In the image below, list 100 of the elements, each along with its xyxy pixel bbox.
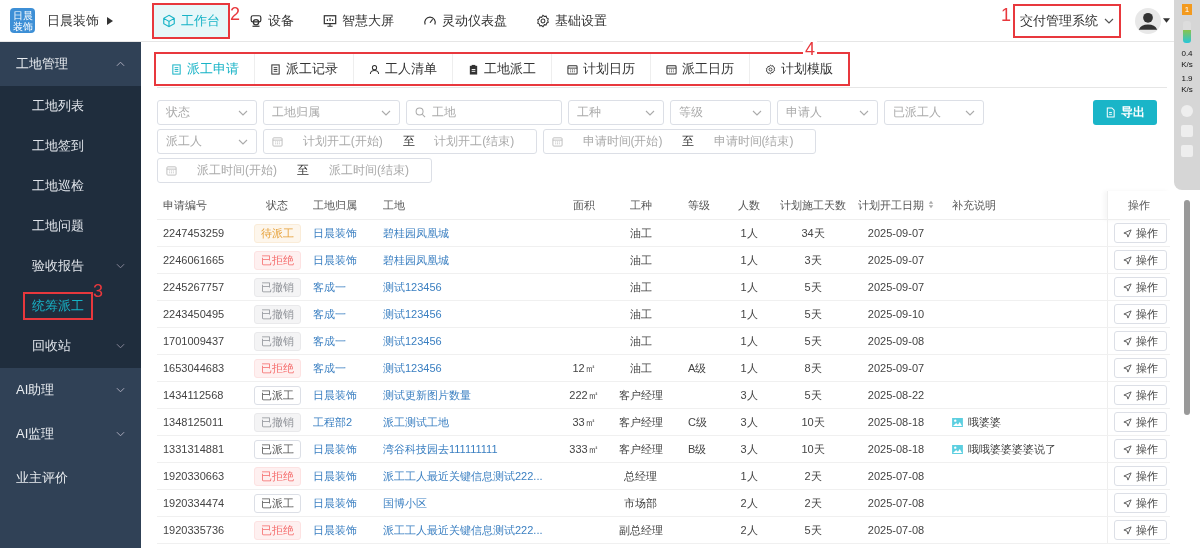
scrollbar-thumb[interactable] bbox=[1184, 200, 1190, 415]
action-button[interactable]: 操作 bbox=[1113, 250, 1167, 270]
table-link[interactable]: 日晨装饰 bbox=[313, 388, 357, 401]
table-link[interactable]: 日晨装饰 bbox=[313, 442, 357, 455]
date-range-field[interactable]: 申请时间(开始) 至 申请时间(结束) bbox=[543, 129, 816, 154]
table-cell: 2243450495 bbox=[163, 308, 225, 320]
column-header: 工地归属 bbox=[313, 198, 357, 211]
menu-item[interactable]: 工地巡检 bbox=[25, 174, 91, 198]
tab[interactable]: 计划日历 bbox=[552, 54, 651, 84]
system-dropdown[interactable]: 交付管理系统 bbox=[1015, 5, 1119, 36]
menu-item[interactable]: 回收站 bbox=[25, 334, 78, 358]
table-cell: 2025-09-07 bbox=[867, 281, 925, 293]
status-tag: 已派工 bbox=[253, 439, 301, 459]
nav-tab[interactable]: 基础设置 bbox=[528, 4, 615, 37]
nav-tab[interactable]: 设备 bbox=[241, 4, 302, 37]
table-cell: 2247453259 bbox=[163, 227, 225, 239]
camera-icon bbox=[249, 13, 263, 28]
tab[interactable]: 工地派工 bbox=[453, 54, 552, 84]
table-cell: 2025-09-07 bbox=[867, 227, 925, 239]
table-link[interactable]: 日晨装饰 bbox=[313, 496, 357, 509]
menu-group-label: 工地管理 bbox=[16, 55, 68, 73]
table-cell: 1人 bbox=[740, 307, 758, 320]
action-button[interactable]: 操作 bbox=[1113, 358, 1167, 378]
table-cell: 1920334474 bbox=[163, 497, 225, 509]
table-link[interactable]: 测试123456 bbox=[383, 280, 442, 293]
table-link[interactable]: 湾谷科技园去111111111 bbox=[383, 442, 498, 455]
menu-item[interactable]: 统筹派工 bbox=[25, 294, 91, 318]
action-button[interactable]: 操作 bbox=[1113, 466, 1167, 486]
date-range-field[interactable]: 计划开工(开始) 至 计划开工(结束) bbox=[263, 129, 537, 154]
action-button[interactable]: 操作 bbox=[1113, 520, 1167, 540]
table-cell: 2025-08-18 bbox=[867, 416, 925, 428]
table-link[interactable]: 工程部2 bbox=[313, 415, 353, 428]
table-cell: 1人 bbox=[740, 361, 758, 374]
nav-tab[interactable]: 灵动仪表盘 bbox=[415, 4, 515, 37]
chevron-icon bbox=[116, 61, 125, 67]
menu-group[interactable]: AI助理 bbox=[0, 368, 141, 412]
download-speed: 1.9 bbox=[1181, 74, 1193, 83]
table-link[interactable]: 客成一 bbox=[313, 280, 346, 293]
image-icon[interactable] bbox=[952, 444, 963, 454]
company-name[interactable]: 日晨装饰 bbox=[47, 11, 99, 30]
tab[interactable]: 派工记录 bbox=[255, 54, 354, 84]
status-tag: 已拒绝 bbox=[253, 466, 301, 486]
sort-icon[interactable] bbox=[928, 199, 934, 209]
menu-group[interactable]: AI监理 bbox=[0, 412, 141, 456]
table-link[interactable]: 客成一 bbox=[313, 307, 346, 320]
speed-unit: K/s bbox=[1181, 60, 1193, 69]
table-link[interactable]: 测试更新图片数量 bbox=[383, 388, 471, 401]
table-link[interactable]: 客成一 bbox=[313, 334, 346, 347]
table-link[interactable]: 派工测试工地 bbox=[383, 415, 449, 428]
menu-item[interactable]: 验收报告 bbox=[25, 254, 91, 278]
table-link[interactable]: 国博小区 bbox=[383, 496, 427, 509]
action-button[interactable]: 操作 bbox=[1113, 439, 1167, 459]
table-link[interactable]: 日晨装饰 bbox=[313, 226, 357, 239]
table-cell: 2246061665 bbox=[163, 254, 225, 266]
table-link[interactable]: 测试123456 bbox=[383, 361, 442, 374]
action-button[interactable]: 操作 bbox=[1113, 331, 1167, 351]
table-cell: 油工 bbox=[629, 307, 652, 320]
chevron-down-icon bbox=[965, 109, 975, 116]
action-button[interactable]: 操作 bbox=[1113, 304, 1167, 324]
avatar-icon[interactable] bbox=[1135, 7, 1161, 34]
menu-group[interactable]: 工地管理 bbox=[0, 42, 141, 86]
send-icon bbox=[1122, 444, 1132, 454]
nav-tab[interactable]: 智慧大屏 bbox=[315, 4, 402, 37]
tab[interactable]: 派工日历 bbox=[651, 54, 750, 84]
calendar-icon bbox=[272, 136, 283, 147]
table-cell: 2025-09-10 bbox=[867, 308, 925, 320]
send-icon bbox=[1122, 471, 1132, 481]
table-link[interactable]: 派工工人最近关键信息测试222... bbox=[383, 469, 543, 482]
action-button[interactable]: 操作 bbox=[1113, 277, 1167, 297]
menu-item[interactable]: 工地签到 bbox=[25, 134, 91, 158]
menu-group[interactable]: 业主评价 bbox=[0, 456, 141, 500]
image-icon[interactable] bbox=[952, 417, 963, 427]
table-link[interactable]: 测试123456 bbox=[383, 307, 442, 320]
table-cell: 10天 bbox=[801, 442, 825, 455]
table-link[interactable]: 日晨装饰 bbox=[313, 253, 357, 266]
tab[interactable]: 工人清单 bbox=[354, 54, 453, 84]
column-header: 工种 bbox=[629, 198, 652, 211]
table-cell: 2025-08-18 bbox=[867, 443, 925, 455]
table-link[interactable]: 碧桂园凤凰城 bbox=[383, 253, 449, 266]
action-button[interactable]: 操作 bbox=[1113, 223, 1167, 243]
table-link[interactable]: 日晨装饰 bbox=[313, 523, 357, 536]
action-button[interactable]: 操作 bbox=[1113, 412, 1167, 432]
table-link[interactable]: 派工工人最近关键信息测试222... bbox=[383, 523, 543, 536]
table-cell: 2025-09-07 bbox=[867, 362, 925, 374]
table-cell: 1人 bbox=[740, 253, 758, 266]
table-cell: 2025-08-22 bbox=[867, 389, 925, 401]
table-link[interactable]: 客成一 bbox=[313, 361, 346, 374]
table-cell: B级 bbox=[688, 442, 707, 455]
table-cell: 总经理 bbox=[624, 469, 657, 482]
table-link[interactable]: 日晨装饰 bbox=[313, 469, 357, 482]
menu-item[interactable]: 工地问题 bbox=[25, 214, 91, 238]
date-range-field[interactable]: 派工时间(开始) 至 派工时间(结束) bbox=[157, 158, 432, 183]
table-link[interactable]: 测试123456 bbox=[383, 334, 442, 347]
menu-item[interactable]: 工地列表 bbox=[25, 94, 91, 118]
send-icon bbox=[1122, 525, 1132, 535]
action-button[interactable]: 操作 bbox=[1113, 385, 1167, 405]
action-button[interactable]: 操作 bbox=[1113, 493, 1167, 513]
table-link[interactable]: 碧桂园凤凰城 bbox=[383, 226, 449, 239]
table-cell: 1331314881 bbox=[163, 443, 225, 455]
table-cell: 1701009437 bbox=[163, 335, 225, 347]
